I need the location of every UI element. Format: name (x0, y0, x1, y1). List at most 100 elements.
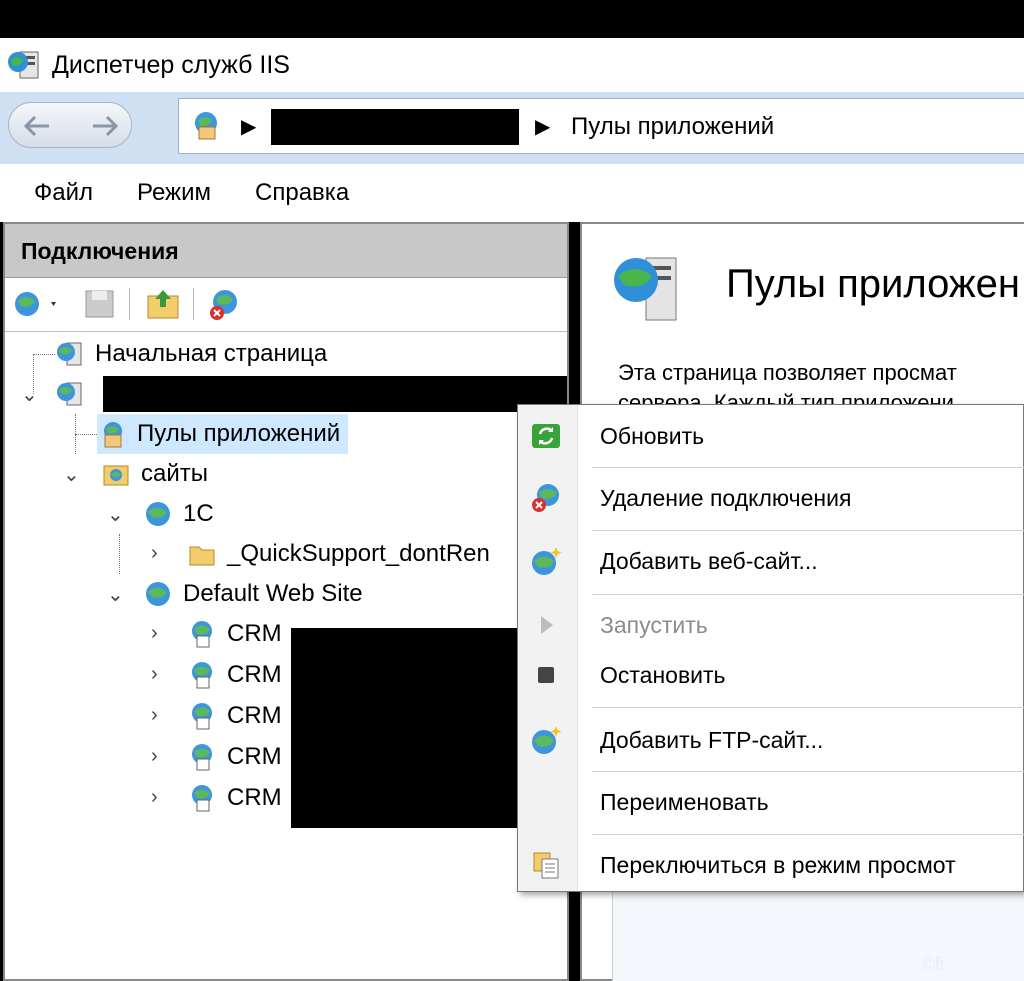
tree-label: 1С (183, 500, 214, 527)
folder-icon (189, 546, 215, 566)
redacted-server-name (271, 109, 519, 145)
tree-item-crm[interactable]: CRM (187, 655, 282, 695)
tree-label: CRM (227, 743, 282, 770)
chevron-right-icon[interactable]: › (151, 663, 158, 686)
menu-view[interactable]: Режим (137, 179, 211, 207)
tree-item-crm[interactable]: CRM (187, 737, 282, 777)
chevron-down-icon[interactable]: ⌄ (107, 502, 124, 527)
web-app-icon (192, 703, 212, 730)
up-level-icon[interactable] (145, 286, 181, 320)
connections-toolbar (5, 278, 567, 332)
app-pools-large-icon (614, 257, 677, 321)
add-ftp-icon (532, 726, 562, 754)
tree-item-default-web-site[interactable]: Default Web Site (143, 574, 363, 614)
sites-folder-icon (103, 465, 129, 486)
web-app-icon (192, 744, 212, 771)
breadcrumb-separator-icon[interactable]: ▶ (241, 114, 256, 139)
chevron-down-icon[interactable]: ⌄ (107, 582, 124, 607)
chevron-right-icon[interactable]: › (151, 786, 158, 809)
breadcrumb-app-pools[interactable]: Пулы приложений (571, 113, 774, 141)
chevron-right-icon[interactable]: › (151, 704, 158, 727)
web-app-icon (192, 785, 212, 812)
chevron-down-icon[interactable]: ⌄ (21, 382, 38, 407)
navigation-bar: ▶ ▶ Пулы приложений (0, 92, 1024, 164)
tree-label: Начальная страница (95, 340, 328, 367)
window-title: Диспетчер служб IIS (52, 50, 290, 79)
refresh-icon (532, 424, 560, 448)
chevron-right-icon[interactable]: › (151, 745, 158, 768)
tree-line (33, 354, 55, 355)
chevron-right-icon[interactable]: › (151, 622, 158, 645)
page-description: Эта страница позволяет просмат (618, 360, 957, 385)
switch-view-icon (533, 852, 559, 879)
address-bar[interactable]: ▶ ▶ Пулы приложений (178, 98, 1024, 154)
tree-label: Default Web Site (183, 580, 363, 607)
web-app-icon (192, 621, 212, 648)
app-pool-icon (195, 112, 217, 140)
tree-item-app-pools[interactable]: Пулы приложений (97, 414, 349, 454)
menu-item-start[interactable]: Запустить (518, 598, 1024, 650)
tree-item-crm[interactable]: CRM (187, 696, 282, 736)
tree-label: Пулы приложений (137, 420, 341, 447)
tree-line (75, 434, 97, 435)
menu-separator (592, 467, 1024, 468)
tree-item-crm[interactable]: CRM (187, 778, 282, 818)
chevron-down-icon[interactable]: ⌄ (63, 462, 80, 487)
tree-label: CRM (227, 702, 282, 729)
chevron-right-icon[interactable]: › (151, 542, 158, 565)
menu-separator (592, 834, 1024, 835)
menu-item-remove-connection[interactable]: Удаление подключения (518, 471, 1024, 523)
menu-item-switch-view[interactable]: Переключиться в режим просмот (518, 838, 1024, 890)
tree-item-site-1c[interactable]: 1С (143, 494, 214, 534)
toolbar-divider (193, 288, 194, 320)
remove-connection-icon[interactable] (205, 286, 245, 322)
breadcrumb-separator-icon[interactable]: ▶ (535, 114, 550, 139)
connections-pane: Подключения Начальная страница ⌄ Пулы пр… (3, 222, 569, 981)
menu-separator (592, 707, 1024, 708)
start-icon (541, 616, 553, 634)
menu-help[interactable]: Справка (255, 179, 349, 207)
tree-label: CRM (227, 620, 282, 647)
redacted-crm-names (291, 628, 523, 828)
start-page-icon (57, 342, 82, 366)
toolbar-divider (129, 288, 130, 320)
stop-icon (538, 667, 554, 683)
menu-item-rename[interactable]: Переименовать (518, 775, 1024, 827)
app-pool-icon (104, 422, 122, 448)
tree-label: сайты (141, 460, 208, 487)
menu-item-stop[interactable]: Остановить (518, 648, 1024, 700)
menu-item-add-ftp-site[interactable]: Добавить FTP-сайт... (518, 713, 1024, 765)
web-app-icon (192, 662, 212, 689)
back-arrow-icon[interactable] (23, 113, 51, 139)
context-menu: Обновить Удаление подключения Добавить в… (517, 404, 1024, 892)
menu-bar: Файл Режим Справка (0, 164, 1024, 222)
iis-app-icon (8, 51, 39, 79)
menu-item-add-website[interactable]: Добавить веб-сайт... (518, 534, 1024, 586)
forward-arrow-icon[interactable] (91, 113, 119, 139)
website-globe-icon (146, 582, 170, 606)
menu-item-refresh[interactable]: Обновить (518, 409, 1024, 461)
nav-buttons (8, 102, 132, 148)
website-globe-icon (146, 502, 170, 526)
add-website-icon (532, 547, 562, 575)
tree-label: CRM (227, 784, 282, 811)
remove-connection-icon (532, 484, 559, 512)
save-icon[interactable] (83, 288, 117, 320)
top-black-band (0, 0, 1024, 38)
server-icon (57, 382, 82, 406)
tree-item-quicksupport[interactable]: _QuickSupport_dontRen (187, 534, 490, 574)
title-bar: Диспетчер служб IIS (0, 38, 1024, 92)
menu-file[interactable]: Файл (34, 179, 93, 207)
menu-separator (592, 771, 1024, 772)
page-title: Пулы приложен (726, 262, 1021, 306)
menu-separator (592, 594, 1024, 595)
redacted-server-name (103, 376, 567, 412)
tree-item-server[interactable] (55, 374, 95, 414)
menu-separator (592, 530, 1024, 531)
tree-item-start-page[interactable]: Начальная страница (55, 334, 327, 374)
tree-item-crm[interactable]: CRM (187, 614, 282, 654)
content-lower-area (612, 884, 1024, 981)
tree-item-sites[interactable]: сайты (101, 454, 208, 494)
tree-label: _QuickSupport_dontRen (227, 540, 490, 567)
connect-dropdown-icon[interactable] (11, 288, 61, 320)
